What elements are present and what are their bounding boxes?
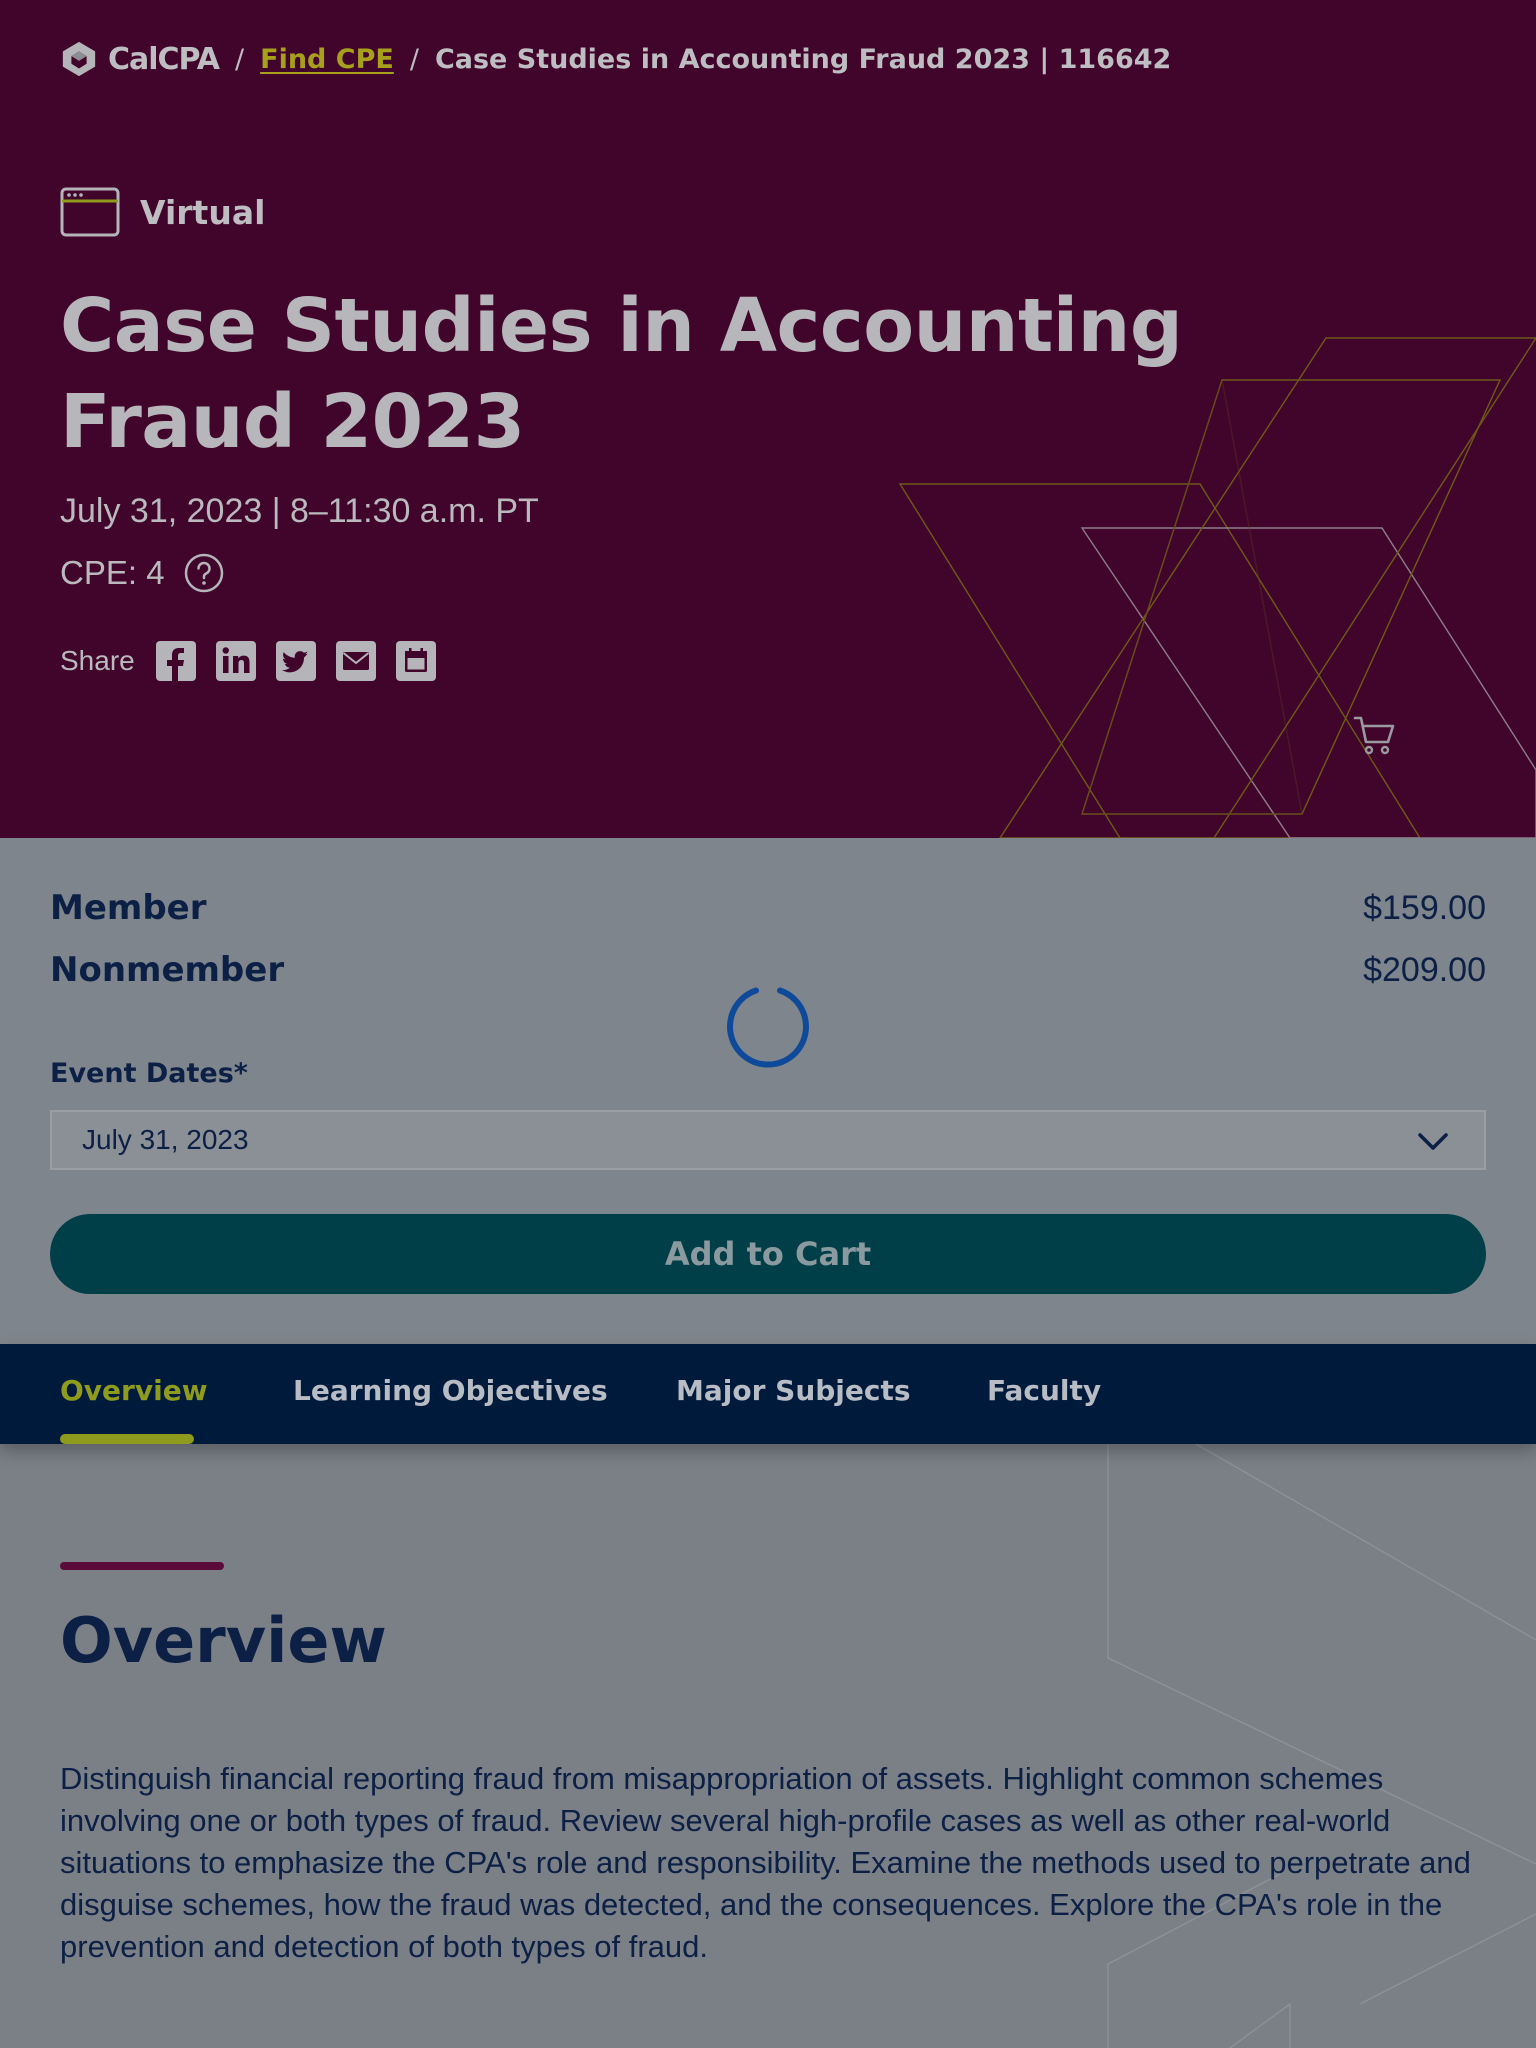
shopping-cart-icon[interactable] xyxy=(1352,714,1398,758)
breadcrumb-find-cpe-link[interactable]: Find CPE xyxy=(260,44,394,75)
linkedin-icon[interactable] xyxy=(215,640,257,682)
chevron-down-icon xyxy=(1418,1133,1448,1150)
tab-faculty[interactable]: Faculty xyxy=(987,1374,1101,1407)
section-tabs: Overview Learning Objectives Major Subje… xyxy=(0,1344,1536,1444)
facebook-icon[interactable] xyxy=(155,640,197,682)
breadcrumb: CalCPA / Find CPE / Case Studies in Acco… xyxy=(60,38,1171,80)
browser-window-icon xyxy=(60,187,120,237)
section-accent-bar xyxy=(60,1562,224,1570)
add-to-cart-button[interactable]: Add to Cart xyxy=(50,1214,1486,1294)
loading-spinner-icon xyxy=(727,987,809,1068)
overview-heading: Overview xyxy=(60,1604,387,1677)
breadcrumb-current: Case Studies in Accounting Fraud 2023 | … xyxy=(434,43,1172,75)
event-date-time: July 31, 2023 | 8–11:30 a.m. PT xyxy=(60,492,539,530)
event-format: Virtual xyxy=(60,186,265,238)
calcpa-logo-icon xyxy=(62,41,96,77)
event-dates-select[interactable]: July 31, 2023 xyxy=(50,1110,1486,1170)
question-circle-icon[interactable] xyxy=(183,552,225,594)
member-price: $159.00 xyxy=(1363,888,1486,927)
twitter-icon[interactable] xyxy=(275,640,317,682)
event-title: Case Studies in Accounting Fraud 2023 xyxy=(60,283,1183,465)
calcpa-logo[interactable]: CalCPA xyxy=(60,40,220,78)
tab-learning-objectives[interactable]: Learning Objectives xyxy=(293,1374,608,1407)
event-dates-label: Event Dates* xyxy=(50,1058,248,1089)
overview-description: Distinguish financial reporting fraud fr… xyxy=(60,1761,1471,1964)
nonmember-price: $209.00 xyxy=(1363,950,1486,989)
logo-text: CalCPA xyxy=(108,41,220,77)
active-tab-indicator xyxy=(60,1434,194,1444)
nonmember-label: Nonmember xyxy=(50,950,285,990)
cpe-value: CPE: 4 xyxy=(60,554,165,591)
calendar-icon[interactable] xyxy=(395,640,437,682)
add-to-cart-label: Add to Cart xyxy=(664,1235,872,1273)
tab-major-subjects[interactable]: Major Subjects xyxy=(676,1374,911,1407)
breadcrumb-separator: / xyxy=(235,43,245,75)
overview-section: Overview Distinguish financial reporting… xyxy=(0,1444,1536,2048)
event-dates-selected-value: July 31, 2023 xyxy=(82,1124,249,1155)
format-label: Virtual xyxy=(140,192,266,232)
event-hero: CalCPA / Find CPE / Case Studies in Acco… xyxy=(0,0,1536,838)
cpe-credits: CPE: 4 xyxy=(60,552,225,594)
breadcrumb-separator: / xyxy=(409,43,419,75)
share-bar: Share xyxy=(60,640,437,682)
tab-overview[interactable]: Overview xyxy=(60,1374,208,1407)
member-price-row: Member $159.00 xyxy=(50,888,1486,928)
share-label: Share xyxy=(60,645,135,676)
email-icon[interactable] xyxy=(335,640,377,682)
member-label: Member xyxy=(50,888,207,928)
